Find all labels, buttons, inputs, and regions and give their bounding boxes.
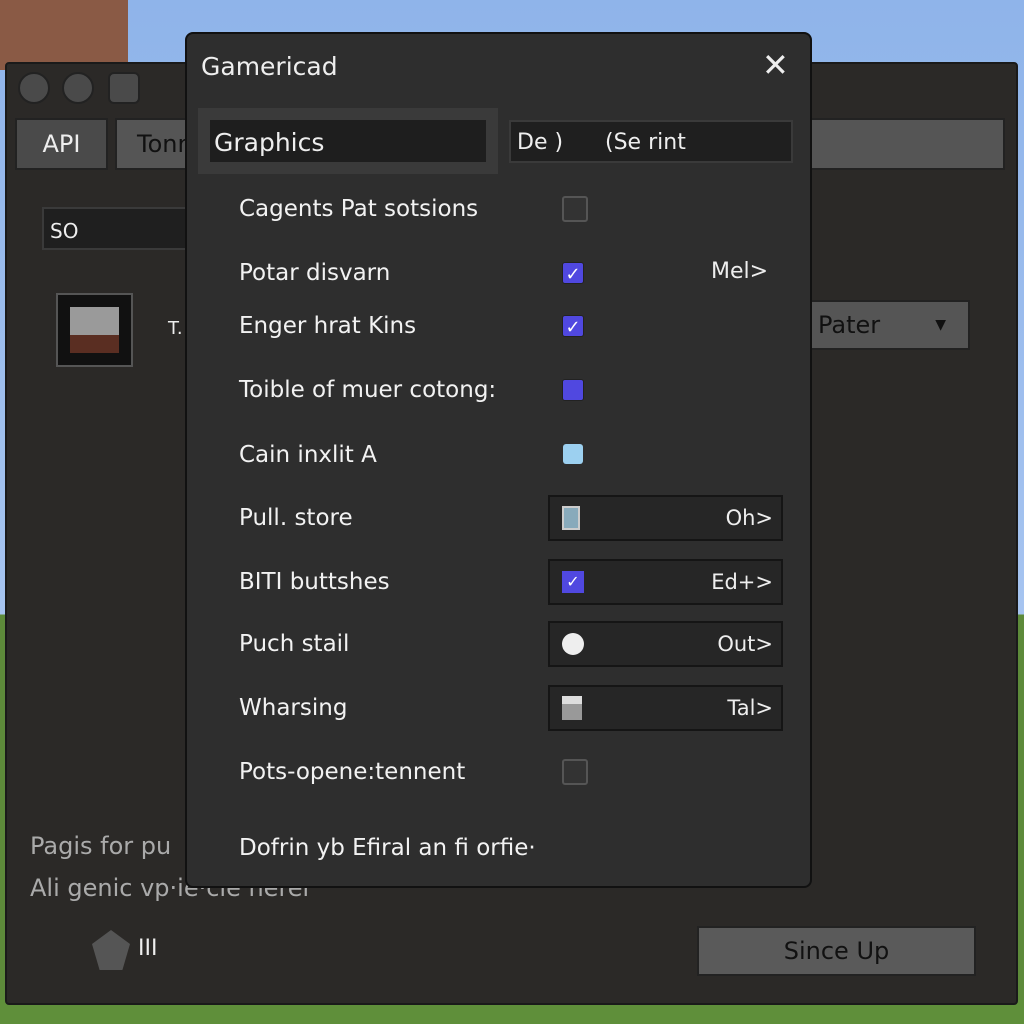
row-button[interactable]: Tal>: [548, 685, 783, 731]
footer-icon-label: III: [138, 936, 158, 961]
row-button[interactable]: Oh>: [548, 495, 783, 541]
row-label: BITI buttshes: [239, 569, 390, 595]
block-item-icon[interactable]: [56, 293, 133, 367]
preset-field[interactable]: De ) (Se rint: [509, 120, 793, 163]
phone-icon: [562, 506, 580, 530]
row-label: Pots-opene:tennent: [239, 759, 466, 785]
tab-api[interactable]: API: [15, 118, 108, 170]
checkbox-checked-icon: ✓: [562, 571, 584, 593]
row-label: Puch stail: [239, 631, 350, 657]
dialog-title: Gamericad: [201, 52, 338, 81]
side-link[interactable]: Mel>: [711, 259, 768, 284]
window-close-dot[interactable]: [18, 72, 50, 104]
row-label: Dofrin yb Efiral an fi orfie·: [239, 835, 536, 861]
checkbox[interactable]: [562, 759, 588, 785]
chevron-down-icon: ▼: [935, 317, 946, 333]
since-up-button[interactable]: Since Up: [697, 926, 976, 976]
search-input[interactable]: SO: [42, 207, 202, 250]
row-label: Enger hrat Kins: [239, 313, 417, 339]
item-label: T.: [168, 318, 183, 339]
button-value: Tal>: [727, 696, 773, 720]
circle-icon: [562, 633, 584, 655]
dropdown-value: Pater: [818, 311, 881, 339]
dropdown-select[interactable]: Pater ▼: [790, 300, 970, 350]
close-icon[interactable]: ✕: [762, 46, 789, 84]
footer-line: Pagis for pu: [30, 832, 172, 860]
button-value: Out>: [717, 632, 773, 656]
checkbox-checked[interactable]: ✓: [562, 262, 584, 285]
button-value: Ed+>: [711, 570, 773, 594]
row-label: Cagents Pat sotsions: [239, 196, 479, 222]
row-label: Wharsing: [239, 695, 348, 721]
row-button[interactable]: ✓ Ed+>: [548, 559, 783, 605]
button-value: Oh>: [725, 506, 773, 530]
row-button[interactable]: Out>: [548, 621, 783, 667]
category-field[interactable]: Graphics: [208, 118, 488, 164]
row-label: Potar disvarn: [239, 260, 391, 286]
block-icon: [562, 696, 582, 720]
scenery-brick: [0, 0, 128, 70]
window-maximize-dot[interactable]: [108, 72, 140, 104]
window-minimize-dot[interactable]: [62, 72, 94, 104]
checkbox[interactable]: [562, 196, 588, 222]
checkbox-indeterminate[interactable]: [562, 379, 584, 401]
checkbox-checked[interactable]: ✓: [562, 315, 584, 338]
row-label: Toible of muer cotong:: [239, 377, 497, 403]
row-label: Pull. store: [239, 505, 353, 531]
row-label: Cain inxlit A: [239, 442, 377, 468]
printer-icon[interactable]: [563, 444, 583, 464]
